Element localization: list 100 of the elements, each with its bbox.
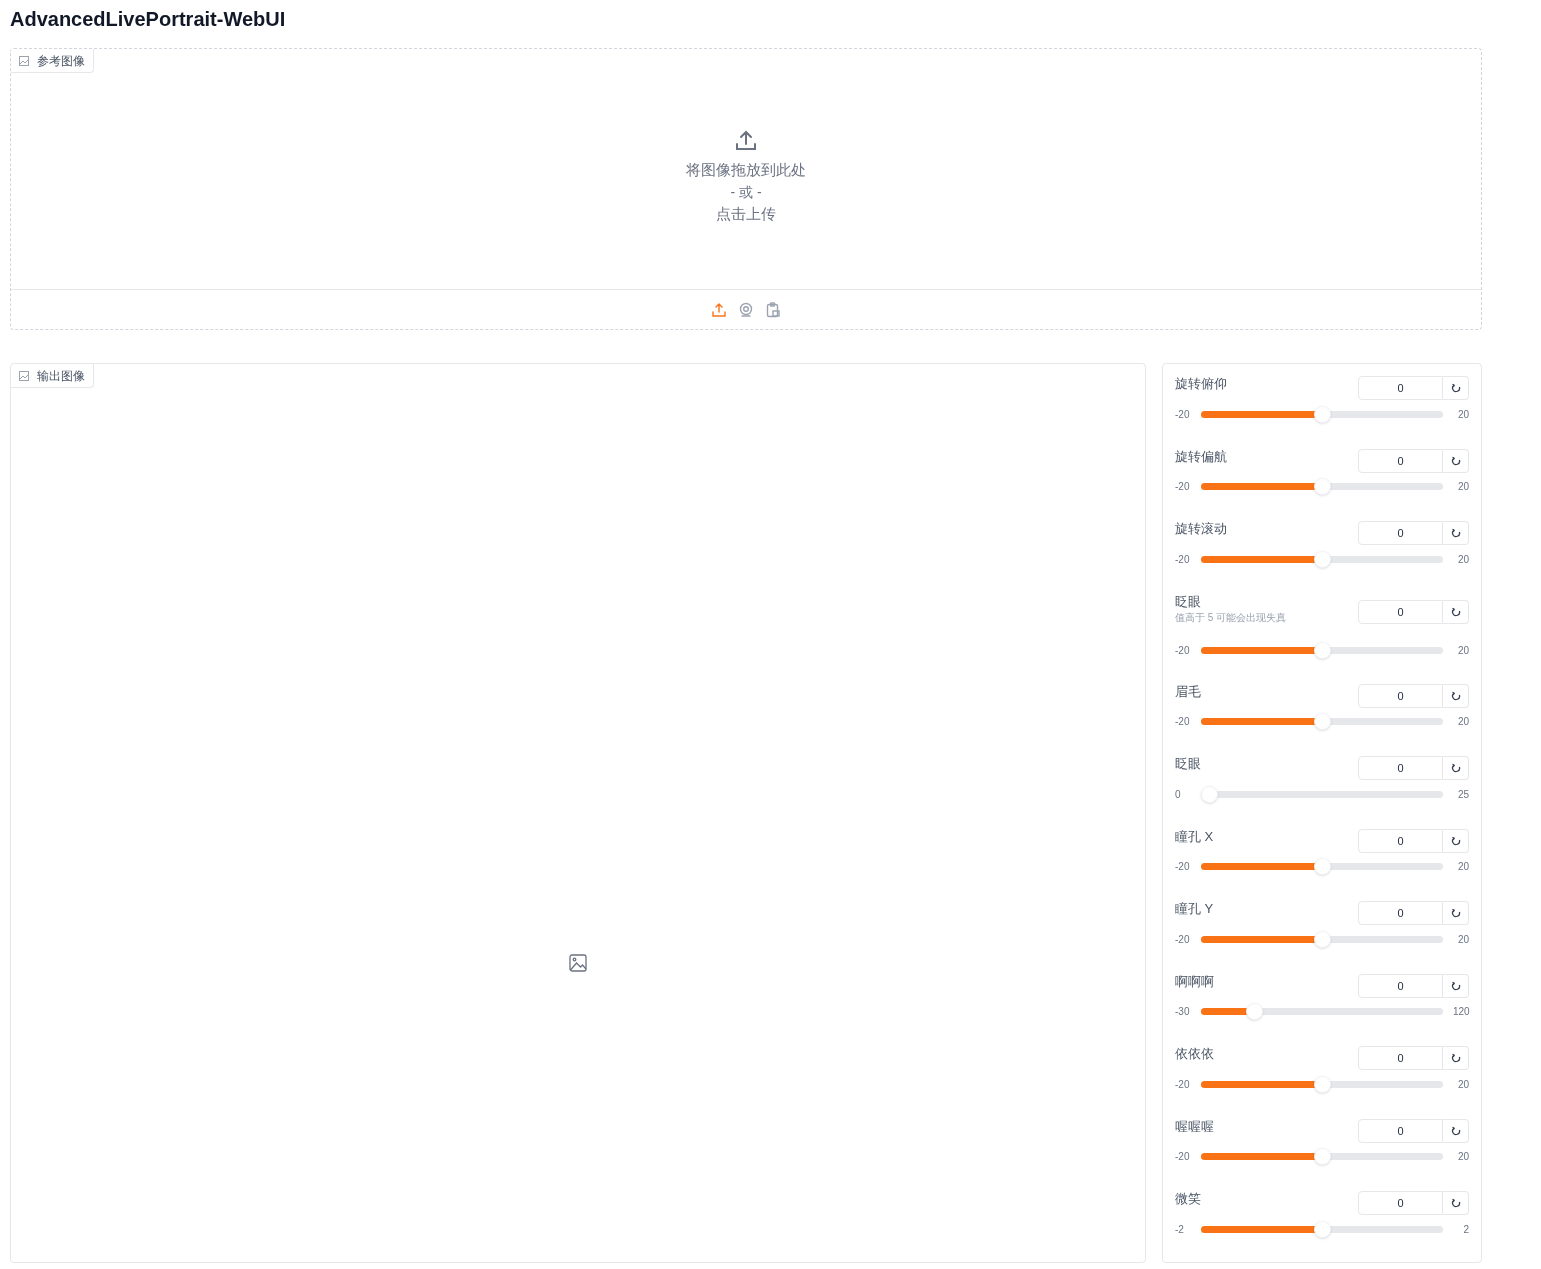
slider-thumb[interactable]: [1313, 405, 1331, 423]
number-input[interactable]: 0: [1358, 828, 1443, 853]
slider-max: 20: [1456, 644, 1469, 658]
slider-thumb[interactable]: [1313, 713, 1331, 730]
reset-button[interactable]: [1443, 1046, 1469, 1070]
slider-min: -30: [1175, 1005, 1191, 1019]
number-input[interactable]: 0: [1358, 448, 1443, 473]
reset-button[interactable]: [1443, 756, 1469, 780]
slider-track[interactable]: [1201, 1003, 1443, 1020]
reset-button[interactable]: [1443, 683, 1469, 708]
slider-thumb[interactable]: [1313, 642, 1331, 659]
slider-label: 旋转滚动: [1175, 520, 1227, 538]
or-text: - 或 -: [730, 182, 762, 202]
slider-track[interactable]: [1201, 930, 1443, 948]
reset-icon: [1450, 763, 1461, 773]
slider-track[interactable]: [1201, 1220, 1443, 1238]
slider-max: 20: [1456, 1077, 1469, 1092]
slider-track[interactable]: [1201, 1148, 1443, 1165]
slider-thumb[interactable]: [1313, 858, 1331, 875]
reset-button[interactable]: [1443, 1191, 1469, 1215]
image-icon: [19, 55, 29, 66]
reset-button[interactable]: [1443, 1118, 1469, 1143]
slider-track[interactable]: [1201, 642, 1443, 659]
slider-thumb[interactable]: [1313, 1148, 1331, 1165]
slider-min: -20: [1175, 860, 1191, 874]
image-upload-panel[interactable]: 参考图像 将图像拖放到此处 - 或 - 点击上传: [10, 48, 1482, 330]
image-icon: [19, 370, 29, 381]
slider-min: -20: [1175, 407, 1191, 422]
slider-label: 眨眼: [1175, 592, 1202, 611]
image-placeholder-icon: [569, 954, 587, 972]
reset-icon: [1450, 528, 1461, 538]
slider-track[interactable]: [1201, 1075, 1443, 1093]
reset-icon: [1450, 980, 1461, 991]
reset-icon: [1450, 908, 1461, 918]
slider-thumb[interactable]: [1201, 785, 1218, 803]
number-input[interactable]: 0: [1358, 521, 1443, 545]
slider-max: 20: [1456, 407, 1469, 422]
slider-max: 20: [1456, 860, 1469, 874]
click-upload-text: 点击上传: [716, 203, 776, 224]
reset-button[interactable]: [1443, 828, 1469, 853]
slider-max: 20: [1456, 1150, 1469, 1164]
reset-icon: [1450, 690, 1461, 701]
slider-hint: 值高于 5 可能会出现失真: [1175, 610, 1287, 625]
reset-button[interactable]: [1443, 376, 1469, 400]
reset-button[interactable]: [1443, 973, 1469, 998]
reset-button[interactable]: [1443, 521, 1469, 545]
panel-label: 输出图像: [11, 364, 94, 388]
number-input[interactable]: 0: [1358, 1118, 1443, 1143]
reset-icon: [1450, 835, 1461, 846]
number-input[interactable]: 0: [1358, 973, 1443, 998]
slider-max: 20: [1456, 480, 1469, 494]
slider-label: 旋转偏航: [1175, 447, 1227, 466]
slider-thumb[interactable]: [1313, 550, 1331, 568]
slider-min: -20: [1175, 480, 1191, 494]
slider-min: -20: [1175, 1077, 1191, 1092]
slider-thumb[interactable]: [1313, 930, 1331, 948]
number-input[interactable]: 0: [1358, 756, 1443, 780]
slider-min: -20: [1175, 644, 1191, 658]
number-input[interactable]: 0: [1358, 1191, 1443, 1215]
slider-max: 20: [1456, 932, 1469, 947]
slider-min: -20: [1175, 715, 1191, 729]
panel-label: 参考图像: [11, 49, 94, 73]
slider-max: 120: [1453, 1005, 1469, 1019]
slider-max: 25: [1456, 787, 1469, 802]
slider-thumb[interactable]: [1313, 1220, 1331, 1238]
number-input[interactable]: 0: [1358, 599, 1443, 624]
slider-max: 20: [1456, 552, 1469, 567]
reset-icon: [1450, 1125, 1461, 1136]
number-input[interactable]: 0: [1358, 683, 1443, 708]
reset-button[interactable]: [1443, 599, 1469, 624]
slider-track[interactable]: [1201, 550, 1443, 568]
slider-label: 喔喔喔: [1175, 1117, 1214, 1136]
reset-icon: [1450, 383, 1461, 393]
slider-min: -20: [1175, 552, 1191, 567]
slider-track[interactable]: [1201, 478, 1443, 495]
slider-max: 20: [1456, 715, 1469, 729]
slider-label: 啊啊啊: [1175, 972, 1214, 991]
slider-thumb[interactable]: [1313, 1075, 1331, 1093]
reset-icon: [1450, 455, 1461, 466]
slider-min: -20: [1175, 1150, 1191, 1164]
slider-track[interactable]: [1201, 405, 1443, 423]
slider-max: 2: [1462, 1222, 1469, 1237]
slider-label: 眨眼: [1175, 755, 1201, 773]
slider-track[interactable]: [1201, 858, 1443, 875]
slider-track[interactable]: [1201, 713, 1443, 730]
reset-button[interactable]: [1443, 448, 1469, 473]
number-input[interactable]: 0: [1358, 376, 1443, 400]
slider-label: 微笑: [1175, 1190, 1201, 1208]
number-input[interactable]: 0: [1358, 1046, 1443, 1070]
slider-thumb[interactable]: [1313, 478, 1331, 495]
webcam-source-button[interactable]: [737, 301, 755, 318]
slider-track[interactable]: [1201, 785, 1443, 803]
slider-label: 旋转俯仰: [1175, 375, 1227, 393]
reset-icon: [1450, 606, 1461, 617]
upload-source-button[interactable]: [710, 301, 728, 318]
slider-label: 瞳孔 X: [1175, 827, 1214, 846]
clipboard-source-button[interactable]: [764, 301, 782, 318]
number-input[interactable]: 0: [1358, 901, 1443, 925]
slider-thumb[interactable]: [1246, 1003, 1263, 1020]
reset-button[interactable]: [1443, 901, 1469, 925]
